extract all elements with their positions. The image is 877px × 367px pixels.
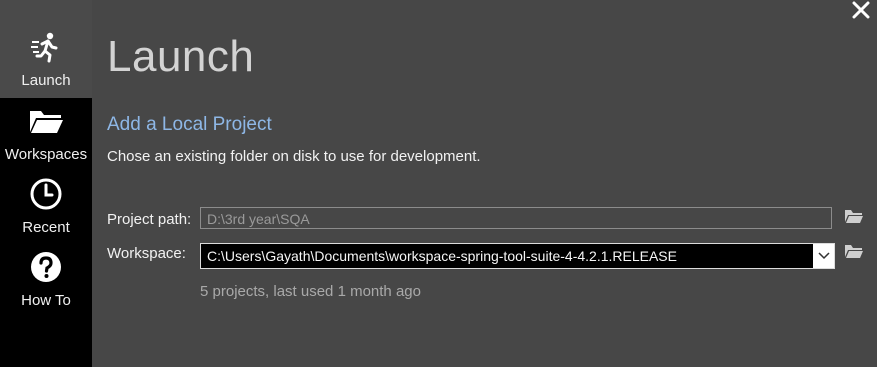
question-icon <box>0 250 92 284</box>
section-description: Chose an existing folder on disk to use … <box>107 148 481 165</box>
close-button[interactable] <box>849 0 873 24</box>
sidebar-item-launch[interactable]: Launch <box>0 26 92 98</box>
project-path-label: Project path: <box>107 211 192 228</box>
sidebar-item-label: Workspaces <box>4 146 88 163</box>
folder-open-icon <box>844 210 864 228</box>
folder-open-icon <box>844 245 864 263</box>
workspace-info: 5 projects, last used 1 month ago <box>200 283 421 300</box>
clock-icon <box>0 177 92 211</box>
page-title: Launch <box>107 32 255 81</box>
sidebar: Launch Workspaces Recent How To <box>0 0 92 367</box>
run-icon <box>0 30 92 64</box>
workspace-combobox[interactable]: C:\Users\Gayath\Documents\workspace-spri… <box>200 243 835 269</box>
sidebar-item-label: Launch <box>21 72 71 89</box>
sidebar-item-how-to[interactable]: How To <box>0 246 92 318</box>
project-path-browse-button[interactable] <box>844 208 864 224</box>
workspace-browse-button[interactable] <box>844 243 864 259</box>
chevron-down-icon <box>817 247 830 265</box>
workspace-dropdown-button[interactable] <box>813 244 834 268</box>
workspace-label: Workspace: <box>107 245 186 262</box>
section-heading: Add a Local Project <box>107 114 272 135</box>
sidebar-top-strip <box>0 0 92 26</box>
sidebar-item-workspaces[interactable]: Workspaces <box>0 100 92 172</box>
project-path-field: D:\3rd year\SQA <box>200 207 832 229</box>
sidebar-item-label: Recent <box>22 219 70 236</box>
folder-open-icon <box>0 104 92 138</box>
close-icon <box>852 1 870 24</box>
sidebar-item-label: How To <box>21 292 71 309</box>
sidebar-item-recent[interactable]: Recent <box>0 173 92 245</box>
